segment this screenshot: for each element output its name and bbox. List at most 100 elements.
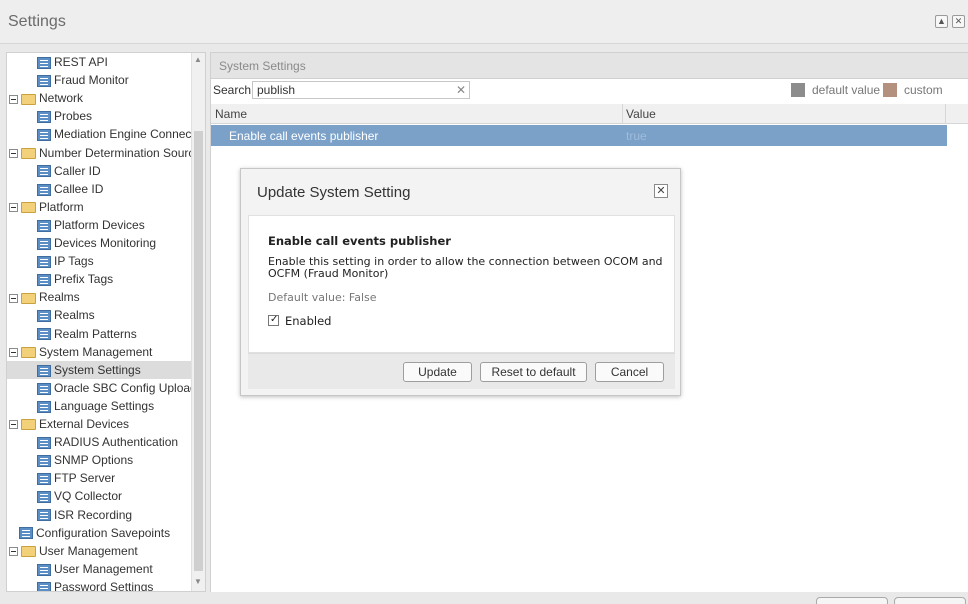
settings-page-icon — [37, 274, 51, 287]
tree-item[interactable]: SNMP Options — [37, 451, 133, 469]
tree-item[interactable]: REST API — [37, 53, 108, 71]
tree-item[interactable]: Language Settings — [37, 397, 154, 415]
default-value-legend: default value — [812, 83, 881, 97]
setting-value-cell: true — [626, 129, 647, 143]
folder-icon — [21, 292, 36, 304]
tree-item[interactable]: Realms — [37, 306, 95, 324]
settings-page-icon — [37, 310, 51, 323]
tree-scroll-thumb[interactable] — [194, 131, 203, 571]
collapse-node-icon[interactable] — [9, 94, 18, 104]
folder-icon — [21, 93, 36, 105]
tree-item[interactable]: VQ Collector — [37, 487, 122, 505]
scroll-up-icon[interactable]: ▲ — [194, 55, 202, 64]
tree-item[interactable]: Network — [9, 89, 83, 107]
settings-page-icon — [37, 74, 51, 87]
column-separator[interactable] — [622, 104, 623, 124]
search-bar: Search: ✕ default value custom value — [211, 79, 968, 119]
setting-title: Enable call events publisher — [268, 234, 451, 248]
tree-item[interactable]: Probes — [37, 107, 92, 125]
tree-item-label: VQ Collector — [54, 489, 123, 504]
tree-item-label: RADIUS Authentication — [54, 435, 179, 450]
tree-item[interactable]: System Management — [9, 343, 152, 361]
tree-item-label: User Management — [54, 561, 153, 576]
tree-item[interactable]: Number Determination Source — [9, 144, 201, 162]
default-value-swatch — [791, 83, 805, 97]
tree-scrollbar[interactable]: ▲ ▼ — [191, 53, 205, 591]
table-row[interactable]: Enable call events publisher true — [211, 125, 947, 146]
tree-item[interactable]: ISR Recording — [37, 506, 132, 524]
dialog-close-icon[interactable]: ✕ — [654, 184, 668, 198]
settings-page-icon — [37, 255, 51, 268]
tree-item[interactable]: Mediation Engine Connecti — [37, 125, 197, 143]
tree-item[interactable]: Oracle SBC Config Upload — [37, 379, 197, 397]
search-input[interactable] — [252, 81, 470, 99]
settings-grid-header: Name Value — [211, 104, 968, 124]
default-value-text: Default value: False — [268, 291, 377, 304]
tree-item[interactable]: FTP Server — [37, 469, 115, 487]
tree-item-label: FTP Server — [54, 471, 116, 486]
bottom-button-fragment[interactable] — [816, 597, 888, 604]
tree-item-label: Probes — [54, 109, 93, 124]
tree-item[interactable]: IP Tags — [37, 252, 94, 270]
settings-page-icon — [37, 165, 51, 178]
tree-item[interactable]: System Settings — [7, 360, 191, 379]
tree-item-label: Platform — [39, 199, 84, 214]
bottom-button-fragment[interactable] — [894, 597, 966, 604]
settings-page-icon — [37, 563, 51, 576]
collapse-node-icon[interactable] — [9, 203, 18, 213]
tree-item[interactable]: Realm Patterns — [37, 325, 137, 343]
collapse-node-icon[interactable] — [9, 547, 18, 557]
scroll-down-icon[interactable]: ▼ — [194, 577, 202, 586]
enabled-checkbox[interactable]: Enabled — [268, 313, 331, 328]
tree-item[interactable]: Password Settings — [37, 578, 153, 591]
collapse-node-icon[interactable] — [9, 148, 18, 158]
search-label: Search: — [213, 83, 255, 97]
tree-item-label: System Settings — [54, 362, 141, 377]
tree-item-label: Callee ID — [54, 181, 104, 196]
reset-to-default-button[interactable]: Reset to default — [480, 362, 587, 382]
collapse-icon[interactable]: ▲ — [935, 15, 948, 28]
window-titlebar: Settings ▲ ✕ — [0, 0, 968, 44]
tree-item-label: Prefix Tags — [54, 272, 114, 287]
cancel-button[interactable]: Cancel — [595, 362, 664, 382]
settings-page-icon — [37, 509, 51, 522]
settings-page-icon — [19, 527, 33, 540]
tree-item[interactable]: Configuration Savepoints — [19, 524, 170, 542]
collapse-node-icon[interactable] — [9, 420, 18, 430]
settings-page-icon — [37, 364, 51, 377]
tree-item[interactable]: Fraud Monitor — [37, 71, 129, 89]
tree-item[interactable]: Platform — [9, 198, 84, 216]
tree-item[interactable]: Prefix Tags — [37, 270, 113, 288]
tree-item-label: Devices Monitoring — [54, 236, 157, 250]
folder-icon — [21, 419, 36, 431]
tree-item[interactable]: User Management — [37, 560, 153, 578]
settings-page-icon — [37, 237, 51, 250]
settings-page-icon — [37, 111, 51, 124]
dialog-title: Update System Setting — [257, 184, 411, 201]
collapse-node-icon[interactable] — [9, 347, 18, 357]
tree-item[interactable]: Devices Monitoring — [37, 234, 156, 252]
settings-page-icon — [37, 382, 51, 395]
column-separator[interactable] — [945, 104, 946, 124]
clear-search-icon[interactable]: ✕ — [454, 83, 468, 97]
settings-page-icon — [37, 455, 51, 468]
checkbox-checked-icon[interactable] — [268, 313, 279, 327]
folder-icon — [21, 202, 36, 214]
tree-item[interactable]: User Management — [9, 542, 138, 560]
settings-page-icon — [37, 129, 51, 142]
tree-item[interactable]: Caller ID — [37, 162, 101, 180]
settings-page-icon — [37, 473, 51, 486]
tree-item[interactable]: Platform Devices — [37, 216, 145, 234]
tree-item[interactable]: Realms — [9, 288, 80, 306]
close-window-icon[interactable]: ✕ — [952, 15, 965, 28]
settings-page-icon — [37, 436, 51, 449]
collapse-node-icon[interactable] — [9, 293, 18, 303]
tree-item[interactable]: External Devices — [9, 415, 129, 433]
tree-item[interactable]: RADIUS Authentication — [37, 433, 178, 451]
tree-item-label: Caller ID — [54, 163, 101, 178]
column-header-value[interactable]: Value — [626, 107, 656, 121]
tree-item[interactable]: Callee ID — [37, 180, 103, 198]
update-button[interactable]: Update — [403, 362, 472, 382]
settings-page-icon — [37, 491, 51, 504]
column-header-name[interactable]: Name — [215, 107, 247, 121]
